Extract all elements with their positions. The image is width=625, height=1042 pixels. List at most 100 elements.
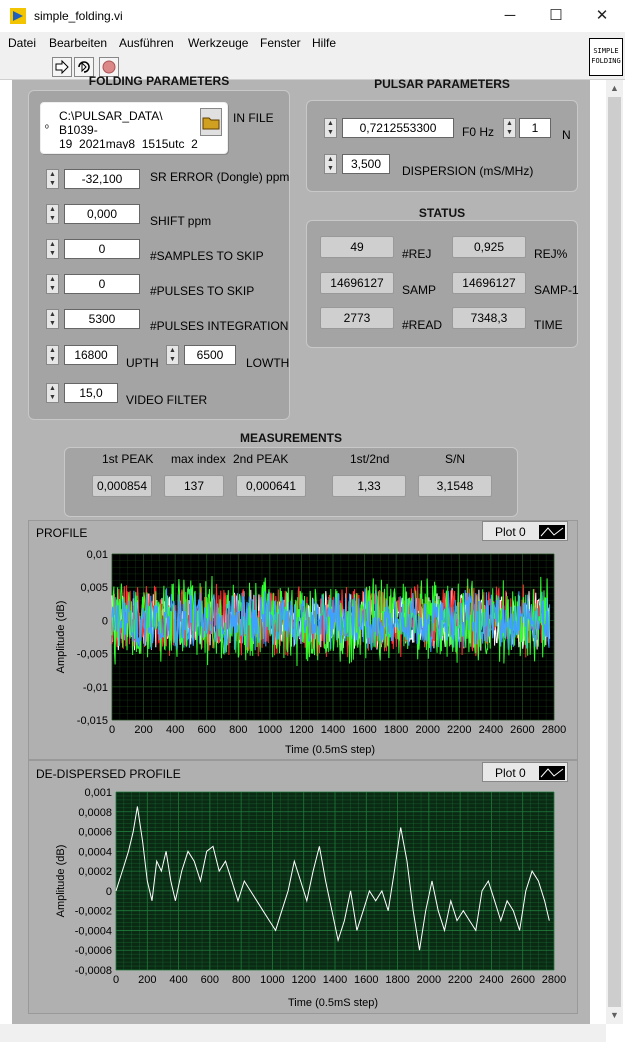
x-tick-label: 2200 — [448, 974, 472, 986]
y-tick-label: -0,0004 — [75, 925, 112, 937]
samp1-label: SAMP-1 — [534, 283, 579, 297]
profile-xlabel: Time (0.5mS step) — [285, 744, 376, 756]
dedispersed-chart: 0 200 400 600 800 1000 1200 1400 1600 1800 2000 220… — [55, 787, 566, 986]
scroll-up-icon[interactable]: ▲ — [606, 80, 623, 97]
pulses-skip-spinner[interactable]: ▲ ▼ — [46, 274, 59, 294]
n-input[interactable]: 1 — [519, 118, 551, 138]
upth-spinner[interactable]: ▲ ▼ — [46, 345, 59, 365]
y-axis-label: Amplitude (dB) — [55, 601, 67, 674]
x-tick-label: 0 — [113, 974, 119, 986]
menu-datei[interactable]: Datei — [8, 36, 36, 50]
video-filter-label: VIDEO FILTER — [126, 393, 208, 407]
pulses-integration-label: #PULSES INTEGRATION — [150, 319, 289, 333]
menu-werkzeuge[interactable]: Werkzeuge — [188, 36, 248, 50]
pulsar-parameters-title: PULSAR PARAMETERS — [374, 77, 510, 91]
x-tick-label: 1000 — [258, 724, 282, 736]
pulses-integration-spinner[interactable]: ▲ ▼ — [46, 309, 59, 329]
shift-label: SHIFT ppm — [150, 214, 212, 228]
y-tick-label: -0,0006 — [75, 945, 112, 957]
x-tick-label: 400 — [169, 974, 187, 986]
x-tick-label: 1200 — [289, 724, 313, 736]
x-tick-label: 2000 — [415, 724, 439, 736]
shift-input[interactable]: 0,000 — [64, 204, 140, 224]
vi-icon: SIMPLE FOLDING — [589, 38, 623, 76]
ratio-indicator: 1,33 — [332, 475, 406, 497]
read-indicator: 2773 — [320, 307, 394, 329]
max-index-label: max index — [171, 452, 226, 466]
browse-button[interactable] — [200, 108, 222, 136]
first-peak-label: 1st PEAK — [102, 452, 154, 466]
dispersion-input[interactable]: 3,500 — [342, 154, 390, 174]
pulsar-parameters-group — [306, 100, 578, 192]
x-tick-label: 2400 — [479, 974, 503, 986]
y-axis-label: Amplitude (dB) — [55, 845, 67, 918]
x-tick-label: 2600 — [510, 724, 534, 736]
x-tick-label: 400 — [166, 724, 184, 736]
x-tick-label: 2800 — [542, 974, 566, 986]
menu-bearbeiten[interactable]: Bearbeiten — [49, 36, 107, 50]
dedispersed-xlabel: Time (0.5mS step) — [288, 997, 379, 1009]
x-tick-label: 1800 — [384, 724, 408, 736]
x-tick-label: 600 — [198, 724, 216, 736]
second-peak-indicator: 0,000641 — [236, 475, 306, 497]
ratio-label: 1st/2nd — [350, 452, 390, 466]
dedispersed-legend[interactable]: Plot 0 — [482, 762, 568, 782]
n-spinner[interactable]: ▲ ▼ — [503, 118, 516, 138]
f0-input[interactable]: 0,7212553300 — [342, 118, 454, 138]
menu-fenster[interactable]: Fenster — [260, 36, 301, 50]
lowth-spinner[interactable]: ▲ ▼ — [166, 345, 179, 365]
minimize-button[interactable]: ─ — [487, 0, 533, 32]
shift-spinner[interactable]: ▲ ▼ — [46, 204, 59, 224]
pulses-skip-input[interactable]: 0 — [64, 274, 140, 294]
sr-error-spinner[interactable]: ▲ ▼ — [46, 169, 59, 189]
x-tick-label: 1600 — [354, 974, 378, 986]
x-tick-label: 200 — [134, 724, 152, 736]
video-filter-spinner[interactable]: ▲ ▼ — [46, 383, 59, 403]
x-tick-label: 1800 — [385, 974, 409, 986]
folder-icon — [202, 117, 220, 130]
profile-legend[interactable]: Plot 0 — [482, 521, 568, 541]
y-tick-label: -0,01 — [83, 682, 108, 694]
samp-indicator: 14696127 — [320, 272, 394, 294]
max-index-indicator: 137 — [164, 475, 224, 497]
f0-spinner[interactable]: ▲ ▼ — [324, 118, 337, 138]
y-tick-label: 0,005 — [80, 582, 108, 594]
y-tick-label: 0,0006 — [78, 827, 112, 839]
pulses-integration-input[interactable]: 5300 — [64, 309, 140, 329]
folding-parameters-title: FOLDING PARAMETERS — [88, 74, 230, 88]
dispersion-label: DISPERSION (mS/MHz) — [402, 164, 534, 178]
read-label: #READ — [402, 318, 443, 332]
y-tick-label: 0 — [106, 886, 112, 898]
video-filter-input[interactable]: 15,0 — [64, 383, 118, 403]
x-tick-label: 0 — [109, 724, 115, 736]
x-tick-label: 1000 — [260, 974, 284, 986]
vi-icon-line2: FOLDING — [591, 57, 621, 65]
lowth-input[interactable]: 6500 — [184, 345, 236, 365]
horizontal-scrollbar[interactable] — [0, 1024, 606, 1042]
menu-hilfe[interactable]: Hilfe — [312, 36, 336, 50]
y-tick-label: 0,0002 — [78, 866, 112, 878]
pulses-skip-label: #PULSES TO SKIP — [150, 284, 255, 298]
vertical-scroll-thumb[interactable] — [608, 97, 621, 1007]
x-tick-label: 2000 — [417, 974, 441, 986]
maximize-button[interactable]: ☐ — [533, 0, 579, 32]
window-title: simple_folding.vi — [34, 9, 123, 23]
sr-error-input[interactable]: -32,100 — [64, 169, 140, 189]
samples-skip-label: #SAMPLES TO SKIP — [150, 249, 264, 263]
time-indicator: 7348,3 — [452, 307, 526, 329]
infile-label: IN FILE — [233, 111, 274, 125]
close-button[interactable]: ✕ — [579, 0, 625, 32]
x-tick-label: 1400 — [323, 974, 347, 986]
y-tick-label: 0,01 — [87, 549, 108, 561]
x-tick-label: 800 — [232, 974, 250, 986]
samples-skip-input[interactable]: 0 — [64, 239, 140, 259]
f0-label: F0 Hz — [462, 125, 495, 139]
x-tick-label: 200 — [138, 974, 156, 986]
menu-ausfuehren[interactable]: Ausführen — [119, 36, 174, 50]
dispersion-spinner[interactable]: ▲ ▼ — [324, 154, 337, 174]
title-bar: simple_folding.vi ─ ☐ ✕ — [0, 0, 625, 32]
samples-skip-spinner[interactable]: ▲ ▼ — [46, 239, 59, 259]
upth-input[interactable]: 16800 — [64, 345, 118, 365]
scroll-down-icon[interactable]: ▼ — [606, 1007, 623, 1024]
infile-path-line1: C:\PULSAR_DATA\ — [59, 109, 163, 123]
